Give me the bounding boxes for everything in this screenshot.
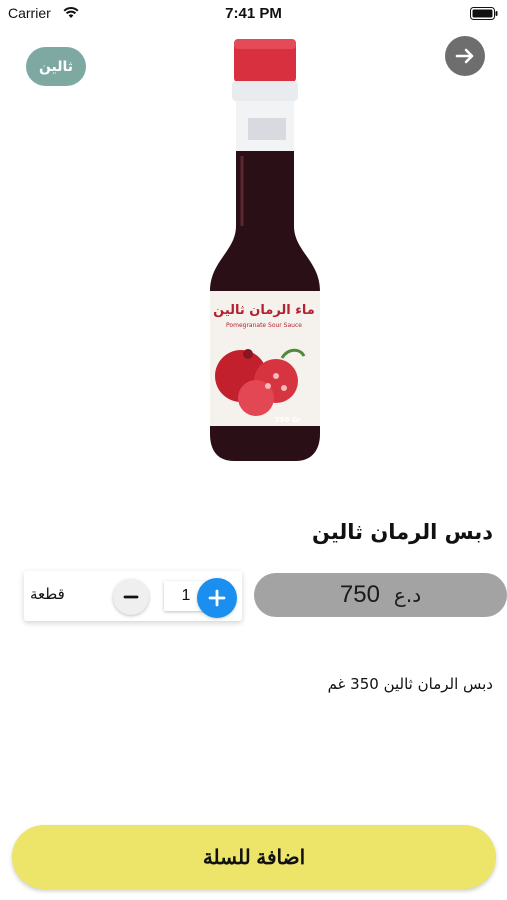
price-pill: 750 د.ع <box>254 573 507 617</box>
plus-icon <box>208 589 226 607</box>
quantity-unit-label: قطعة <box>30 585 65 603</box>
product-title: دبس الرمان ثالين <box>311 520 493 544</box>
battery-icon <box>470 7 498 20</box>
status-bar: Carrier 7:41 PM <box>0 0 507 30</box>
product-image: ماء الرمان ثالين Pomegranate Sour Sauce … <box>210 39 320 461</box>
add-to-cart-button[interactable]: اضافة للسلة <box>12 825 496 889</box>
decrease-quantity-button[interactable] <box>113 579 149 615</box>
brand-badge[interactable]: ثالين <box>26 47 86 86</box>
increase-quantity-button[interactable] <box>197 578 237 618</box>
minus-icon <box>123 595 139 599</box>
clock: 7:41 PM <box>225 5 282 22</box>
price-currency: د.ع <box>393 583 422 607</box>
bottle-label-weight: 350 Gr <box>275 416 302 424</box>
product-description: دبس الرمان ثالين 350 غم <box>327 675 493 693</box>
arrow-right-icon <box>455 48 474 64</box>
bottle-label-arabic: ماء الرمان ثالين <box>213 303 315 318</box>
forward-button[interactable] <box>445 36 485 76</box>
bottle-label-english: Pomegranate Sour Sauce <box>226 322 302 329</box>
price-value: 750 <box>339 581 380 608</box>
